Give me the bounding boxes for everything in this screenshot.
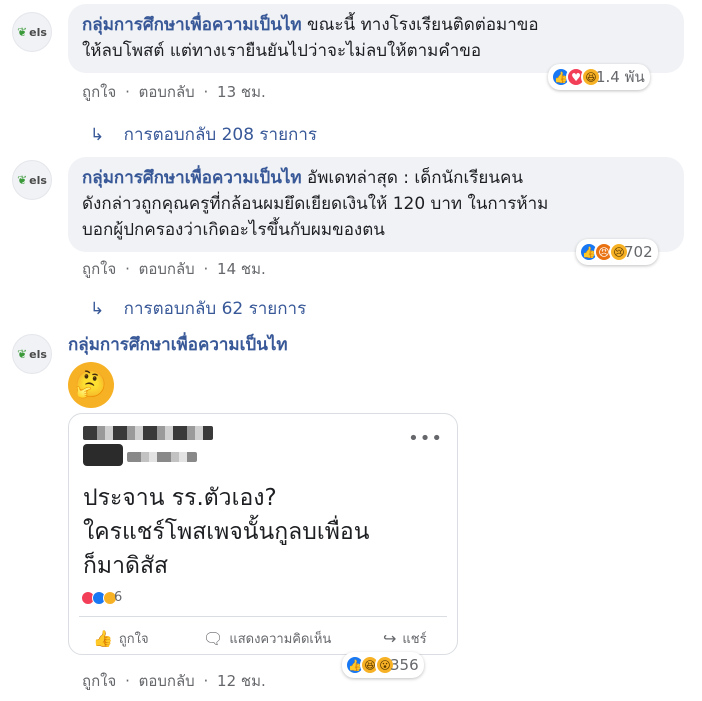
comment-actions: ถูกใจ · ตอบกลับ · 14 ชม. <box>82 257 266 281</box>
comment-author[interactable]: กลุ่มการศึกษาเพื่อความเป็นไท <box>68 331 288 358</box>
avatar[interactable]: ❦ els <box>12 160 52 200</box>
avatar-brand: els <box>29 25 47 39</box>
reaction-count: 1.4 พัน <box>596 68 645 86</box>
comment-text: อัพเดทล่าสุด : เด็กนักเรียนคน <box>307 168 523 188</box>
comment-text: ดังกล่าวถูกคุณครูที่กล้อนผมยึดเยียดเงินใ… <box>82 194 549 214</box>
avatar[interactable]: ❦ els <box>12 12 52 52</box>
leaf-icon: ❦ <box>17 347 28 361</box>
leaf-icon: ❦ <box>17 25 28 39</box>
reply-link[interactable]: ตอบกลับ <box>139 672 195 690</box>
comment-actions: ถูกใจ · ตอบกลับ · 12 ชม. <box>82 669 266 693</box>
reply-arrow-icon: ↳ <box>90 125 105 145</box>
post-reactions: 6 <box>81 590 122 605</box>
embedded-post-screenshot[interactable]: ••• ประจาน รร.ตัวเอง? ใครแชร์โพสเพจนั้นก… <box>68 413 458 655</box>
like-link[interactable]: ถูกใจ <box>82 260 116 278</box>
post-reaction-count: 6 <box>114 590 123 605</box>
share-icon: ↪ <box>383 629 397 648</box>
reply-link[interactable]: ตอบกลับ <box>139 260 195 278</box>
reply-arrow-icon: ↳ <box>90 299 105 319</box>
reactions-summary[interactable]: 👍 😆 😮 356 <box>342 652 424 678</box>
post-like-button[interactable]: 👍 ถูกใจ <box>93 628 149 649</box>
thumbs-up-icon: 👍 <box>93 629 113 648</box>
view-replies-link[interactable]: ↳ การตอบกลับ 62 รายการ <box>90 295 306 322</box>
thinking-emoji-icon: 🤔 <box>68 362 114 408</box>
comment-text: ขณะนี้ ทางโรงเรียนติดต่อมาขอ <box>307 15 539 35</box>
reactions-summary[interactable]: 👍 ♥ 😆 1.4 พัน <box>548 64 650 90</box>
comment-text: ให้ลบโพสต์ แต่ทางเรายืนยันไปว่าจะไม่ลบให… <box>82 41 482 61</box>
view-replies-link[interactable]: ↳ การตอบกลับ 208 รายการ <box>90 121 317 148</box>
comment-bubble: กลุ่มการศึกษาเพื่อความเป็นไท อัพเดทล่าสุ… <box>68 157 684 252</box>
separator: · <box>125 83 130 101</box>
post-text: ประจาน รร.ตัวเอง? <box>83 485 277 511</box>
post-share-button[interactable]: ↪ แชร์ <box>383 628 427 649</box>
blurred-meta <box>127 452 197 462</box>
avatar-brand: els <box>29 347 47 361</box>
separator: · <box>125 260 130 278</box>
replies-label: การตอบกลับ 62 รายการ <box>123 299 307 319</box>
more-options-icon[interactable]: ••• <box>408 428 443 449</box>
blurred-avatar <box>83 444 123 466</box>
like-link[interactable]: ถูกใจ <box>82 83 116 101</box>
avatar-brand: els <box>29 173 47 187</box>
replies-label: การตอบกลับ 208 รายการ <box>123 125 318 145</box>
timestamp[interactable]: 14 ชม. <box>217 260 266 278</box>
post-text: ใครแชร์โพสเพจนั้นกูลบเพื่อน <box>83 519 370 545</box>
reaction-count: 356 <box>390 656 419 674</box>
timestamp[interactable]: 12 ชม. <box>217 672 266 690</box>
post-comment-label: แสดงความคิดเห็น <box>229 632 332 647</box>
timestamp[interactable]: 13 ชม. <box>217 83 266 101</box>
separator: · <box>203 83 209 101</box>
separator: · <box>203 672 209 690</box>
reaction-count: 702 <box>624 243 653 261</box>
divider <box>79 616 447 617</box>
comment-text: บอกผู้ปกครองว่าเกิดอะไรขึ้นกับผมของตน <box>82 220 385 240</box>
post-text: ก็มาดิสัส <box>83 553 169 579</box>
reply-link[interactable]: ตอบกลับ <box>139 83 195 101</box>
separator: · <box>203 260 209 278</box>
separator: · <box>125 672 130 690</box>
post-share-label: แชร์ <box>402 632 427 647</box>
blurred-name <box>83 426 213 440</box>
like-link[interactable]: ถูกใจ <box>82 672 116 690</box>
comment-actions: ถูกใจ · ตอบกลับ · 13 ชม. <box>82 80 266 104</box>
comment-author[interactable]: กลุ่มการศึกษาเพื่อความเป็นไท <box>82 15 302 35</box>
comment-author[interactable]: กลุ่มการศึกษาเพื่อความเป็นไท <box>82 168 302 188</box>
reactions-summary[interactable]: 👍 😠 😢 702 <box>576 239 658 265</box>
post-like-label: ถูกใจ <box>118 632 149 647</box>
comment-icon: 🗨 <box>203 629 224 648</box>
leaf-icon: ❦ <box>17 173 28 187</box>
comment-bubble: กลุ่มการศึกษาเพื่อความเป็นไท ขณะนี้ ทางโ… <box>68 4 684 73</box>
post-comment-button[interactable]: 🗨 แสดงความคิดเห็น <box>203 628 331 649</box>
avatar[interactable]: ❦ els <box>12 334 52 374</box>
